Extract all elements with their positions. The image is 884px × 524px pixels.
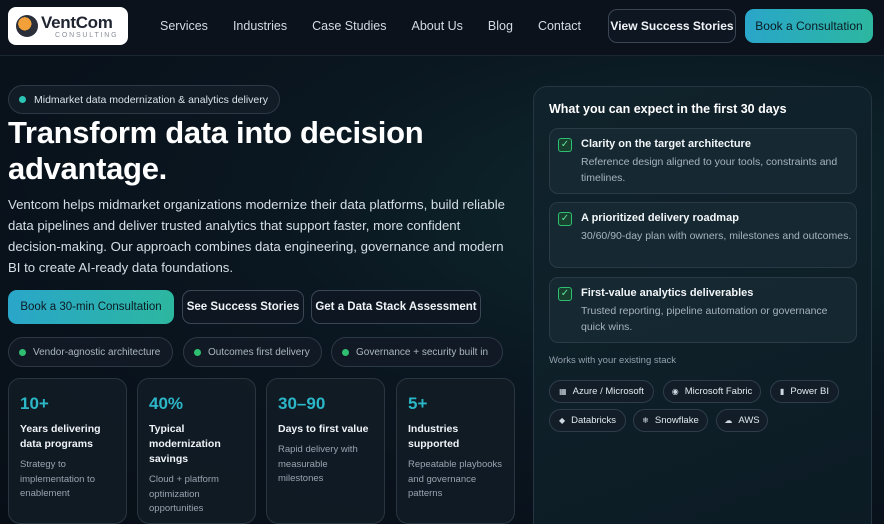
- logo[interactable]: VentCom CONSULTING: [8, 7, 128, 45]
- chip-outcomes-first: Outcomes first delivery: [183, 337, 322, 367]
- hero-title: Transform data into decision advantage.: [8, 115, 424, 186]
- check-dot-icon: [194, 348, 201, 356]
- stat-value: 30–90: [278, 394, 326, 413]
- stack-chip-aws: ☁ AWS: [716, 409, 768, 432]
- status-dot-icon: [19, 96, 26, 103]
- chip-governance: Governance + security built in: [331, 337, 503, 367]
- top-nav: VentCom CONSULTING Services Industries C…: [0, 0, 884, 56]
- book-consultation-button[interactable]: Book a Consultation: [745, 9, 873, 43]
- stat-card: 40% Typical modernization savings Cloud …: [137, 378, 256, 524]
- nav-link-about-us[interactable]: About Us: [412, 19, 463, 33]
- logo-tagline: CONSULTING: [55, 31, 119, 39]
- stat-label: Days to first value: [278, 423, 369, 435]
- stack-chip-fabric: ◉ Microsoft Fabric: [663, 380, 761, 403]
- expectation-item: ✓ A prioritized delivery roadmap 30/60/9…: [549, 202, 857, 268]
- stack-chip-snowflake: ❄ Snowflake: [633, 409, 708, 432]
- stat-card: 10+ Years delivering data programs Strat…: [8, 378, 127, 524]
- snowflake-icon: ❄: [642, 416, 649, 425]
- layers-icon: ◆: [558, 416, 566, 425]
- stat-card: 30–90 Days to first value Rapid delivery…: [266, 378, 385, 524]
- expectation-desc: Trusted reporting, pipeline automation o…: [581, 305, 828, 333]
- nav-links: Services Industries Case Studies About U…: [160, 19, 606, 33]
- chip-vendor-agnostic: Vendor-agnostic architecture: [8, 337, 173, 367]
- hero-tag-text: Midmarket data modernization & analytics…: [34, 93, 269, 106]
- hero-tag: Midmarket data modernization & analytics…: [8, 85, 281, 114]
- panel-title: What you can expect in the first 30 days: [549, 102, 787, 116]
- expectation-item: ✓ Clarity on the target architecture Ref…: [549, 128, 857, 194]
- expectation-title: Clarity on the target architecture: [581, 138, 751, 150]
- logo-name: VentCom: [41, 12, 113, 32]
- checkbox-check-icon: ✓: [558, 287, 572, 301]
- expectation-item: ✓ First-value analytics deliverables Tru…: [549, 277, 857, 343]
- pin-icon: ◉: [671, 387, 679, 396]
- stack-chip-powerbi: ▮ Power BI: [770, 380, 839, 403]
- see-success-stories-button[interactable]: See Success Stories: [182, 290, 304, 324]
- nav-link-industries[interactable]: Industries: [233, 19, 287, 33]
- stat-value: 5+: [408, 394, 428, 413]
- data-stack-assessment-button[interactable]: Get a Data Stack Assessment: [311, 290, 481, 324]
- stack-chip-databricks: ◆ Databricks: [549, 409, 626, 432]
- stat-note: Rapid delivery with measurable milestone…: [278, 444, 358, 484]
- check-dot-icon: [342, 348, 349, 356]
- book-30-min-consultation-button[interactable]: Book a 30-min Consultation: [8, 290, 174, 324]
- checkbox-check-icon: ✓: [558, 212, 572, 226]
- nav-link-services[interactable]: Services: [160, 19, 208, 33]
- nav-link-case-studies[interactable]: Case Studies: [312, 19, 386, 33]
- view-success-stories-button[interactable]: View Success Stories: [608, 9, 736, 43]
- logo-mark-icon: [16, 15, 38, 37]
- checkbox-check-icon: ✓: [558, 138, 572, 152]
- expectations-panel: What you can expect in the first 30 days…: [533, 86, 872, 524]
- hero-description: Ventcom helps midmarket organizations mo…: [8, 197, 505, 275]
- cloud-icon: ☁: [724, 416, 733, 425]
- stat-value: 40%: [149, 394, 184, 413]
- bars-icon: ▮: [780, 387, 785, 396]
- expectation-title: First-value analytics deliverables: [581, 287, 754, 299]
- nav-link-contact[interactable]: Contact: [538, 19, 581, 33]
- stat-label: Industries supported: [408, 423, 460, 450]
- grid-icon: ▦: [559, 387, 567, 396]
- stat-label: Years delivering data programs: [20, 423, 101, 450]
- stat-value: 10+: [20, 394, 49, 413]
- stack-label: Works with your existing stack: [549, 355, 677, 366]
- stat-label: Typical modernization savings: [149, 423, 221, 465]
- check-dot-icon: [19, 348, 26, 356]
- expectation-title: A prioritized delivery roadmap: [581, 212, 739, 224]
- stat-note: Cloud + platform optimization opportunit…: [149, 474, 219, 514]
- expectation-desc: 30/60/90-day plan with owners, milestone…: [581, 230, 852, 242]
- nav-link-blog[interactable]: Blog: [488, 19, 513, 33]
- stat-card: 5+ Industries supported Repeatable playb…: [396, 378, 515, 524]
- stat-note: Repeatable playbooks and governance patt…: [408, 459, 503, 499]
- stat-note: Strategy to implementation to enablement: [20, 459, 95, 499]
- stack-chip-azure: ▦ Azure / Microsoft: [549, 380, 654, 403]
- expectation-desc: Reference design aligned to your tools, …: [581, 156, 838, 184]
